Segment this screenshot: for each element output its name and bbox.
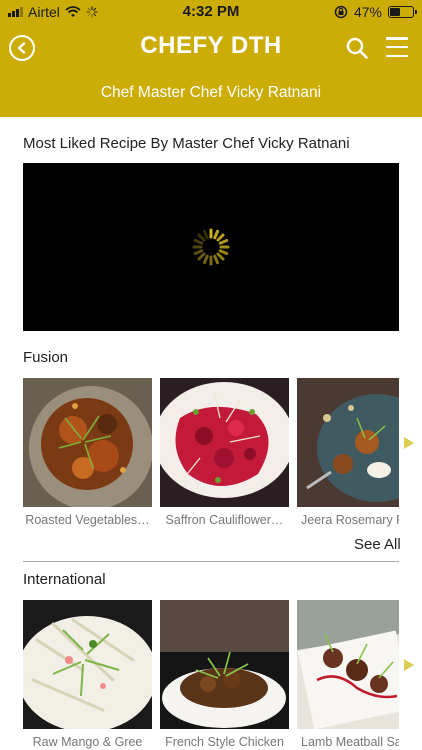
video-player[interactable]: [23, 163, 399, 331]
section-title-fusion: Fusion: [23, 349, 69, 366]
recipe-thumbnail: [23, 378, 152, 507]
status-bar: Airtel 4:32 PM 47%: [0, 0, 422, 24]
fusion-carousel[interactable]: Roasted Vegetables… Saffron Cauliflower…: [0, 378, 422, 538]
see-all-link[interactable]: See All: [354, 536, 401, 553]
loading-spinner-icon: [192, 228, 230, 266]
recipe-title: French Style Chicken: [165, 735, 284, 749]
scroll-right-icon[interactable]: [404, 659, 414, 671]
scroll-right-icon[interactable]: [404, 437, 414, 449]
recipe-thumbnail: [160, 600, 289, 729]
recipe-thumbnail: [297, 378, 399, 507]
orientation-lock-icon: [334, 5, 348, 19]
hamburger-icon-bar: [386, 37, 408, 40]
recipe-thumbnail: [297, 600, 399, 729]
recipe-title: Raw Mango & Gree: [32, 735, 143, 749]
international-carousel[interactable]: Raw Mango & Gree French Style Chicken La…: [0, 600, 422, 750]
recipe-thumbnail: [23, 600, 152, 729]
battery-icon: [388, 6, 417, 18]
recipe-title: Roasted Vegetables…: [25, 513, 150, 527]
recipe-card[interactable]: Lamb Meatball Sal: [297, 600, 399, 750]
section-divider: [23, 561, 399, 562]
recipe-card[interactable]: Jeera Rosemary Ro: [297, 378, 399, 538]
battery-fill: [390, 8, 400, 16]
app-header: Airtel 4:32 PM 47% CHEFY DTH Chef Master…: [0, 0, 422, 117]
nav-bar: CHEFY DTH: [0, 28, 422, 68]
status-right: 47%: [334, 4, 417, 20]
recipe-thumbnail: [160, 378, 289, 507]
search-button[interactable]: [345, 36, 369, 60]
featured-heading: Most Liked Recipe By Master Chef Vicky R…: [23, 135, 350, 152]
section-title-international: International: [23, 571, 106, 588]
chef-subtitle: Chef Master Chef Vicky Ratnani: [100, 84, 322, 101]
recipe-title: Jeera Rosemary Ro: [301, 513, 399, 527]
recipe-title: Saffron Cauliflower…: [165, 513, 284, 527]
search-icon: [346, 37, 368, 59]
recipe-title: Lamb Meatball Sal: [301, 735, 399, 749]
battery-percent: 47%: [353, 4, 382, 20]
menu-button[interactable]: [386, 37, 408, 57]
